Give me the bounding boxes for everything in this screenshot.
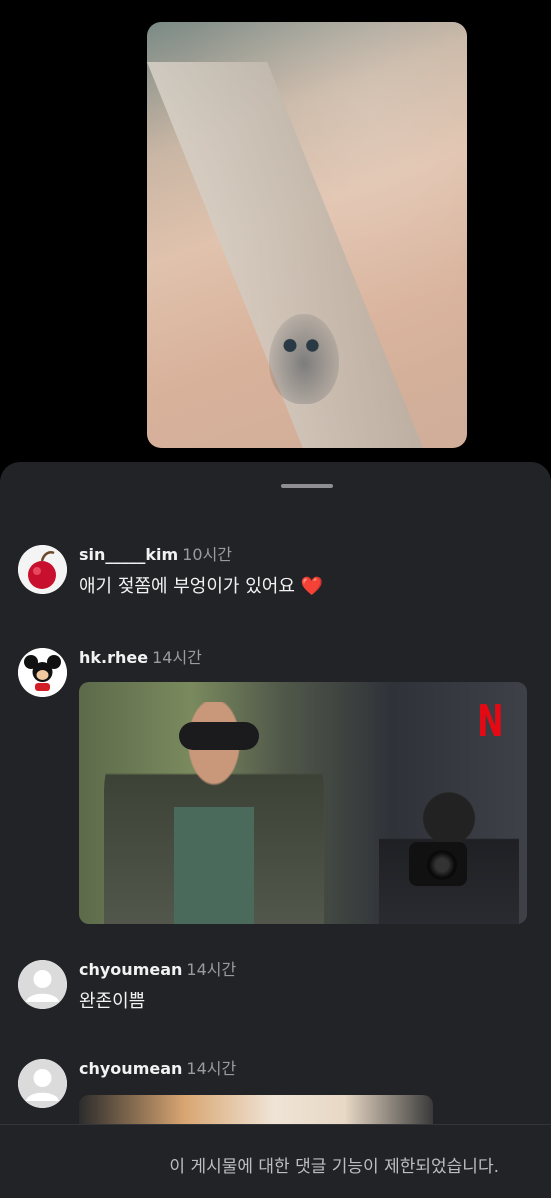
gif-shirt [174,807,254,924]
comment-username[interactable]: chyoumean [79,1059,182,1078]
drag-handle[interactable] [281,484,333,488]
apple-avatar-icon [18,545,67,594]
video-preview[interactable] [147,22,467,448]
comment-time: 10시간 [182,545,233,564]
comment-text: 애기 젖쫌에 부엉이가 있어요 [79,576,295,597]
comment-gif[interactable]: N [79,682,527,924]
comment-item: chyoumean 14시간 완존이쁨 [18,960,538,1020]
comment-username[interactable]: hk.rhee [79,648,148,667]
comment-item: chyoumean 14시간 [18,1059,538,1135]
netflix-logo-icon: N [477,696,504,747]
comment-footer: 이 게시물에 대한 댓글 기능이 제한되었습니다. [0,1124,551,1198]
avatar[interactable] [18,545,67,594]
camera-shape [409,842,467,886]
comment-username[interactable]: sin_____kim [79,545,178,564]
comment-time: 14시간 [186,1059,237,1078]
avatar[interactable] [18,648,67,697]
comment-item: sin_____kim 10시간 애기 젖쫌에 부엉이가 있어요 ❤️ [18,545,538,605]
comment-time: 14시간 [152,648,202,667]
default-avatar-icon [18,960,67,1009]
comment-username[interactable]: chyoumean [79,960,182,979]
owl-tattoo-shape [269,314,339,404]
comment-text: 완존이쁨 [79,991,146,1012]
comment-item: hk.rhee 14시간 N [18,648,538,928]
avatar[interactable] [18,1059,67,1108]
mickey-avatar-icon [18,648,67,697]
avatar[interactable] [18,960,67,1009]
default-avatar-icon [18,1059,67,1108]
comment-time: 14시간 [186,960,237,979]
binoculars-shape [179,722,259,750]
heart-icon: ❤️ [300,576,324,597]
comments-limited-notice: 이 게시물에 대한 댓글 기능이 제한되었습니다. [169,1157,499,1177]
